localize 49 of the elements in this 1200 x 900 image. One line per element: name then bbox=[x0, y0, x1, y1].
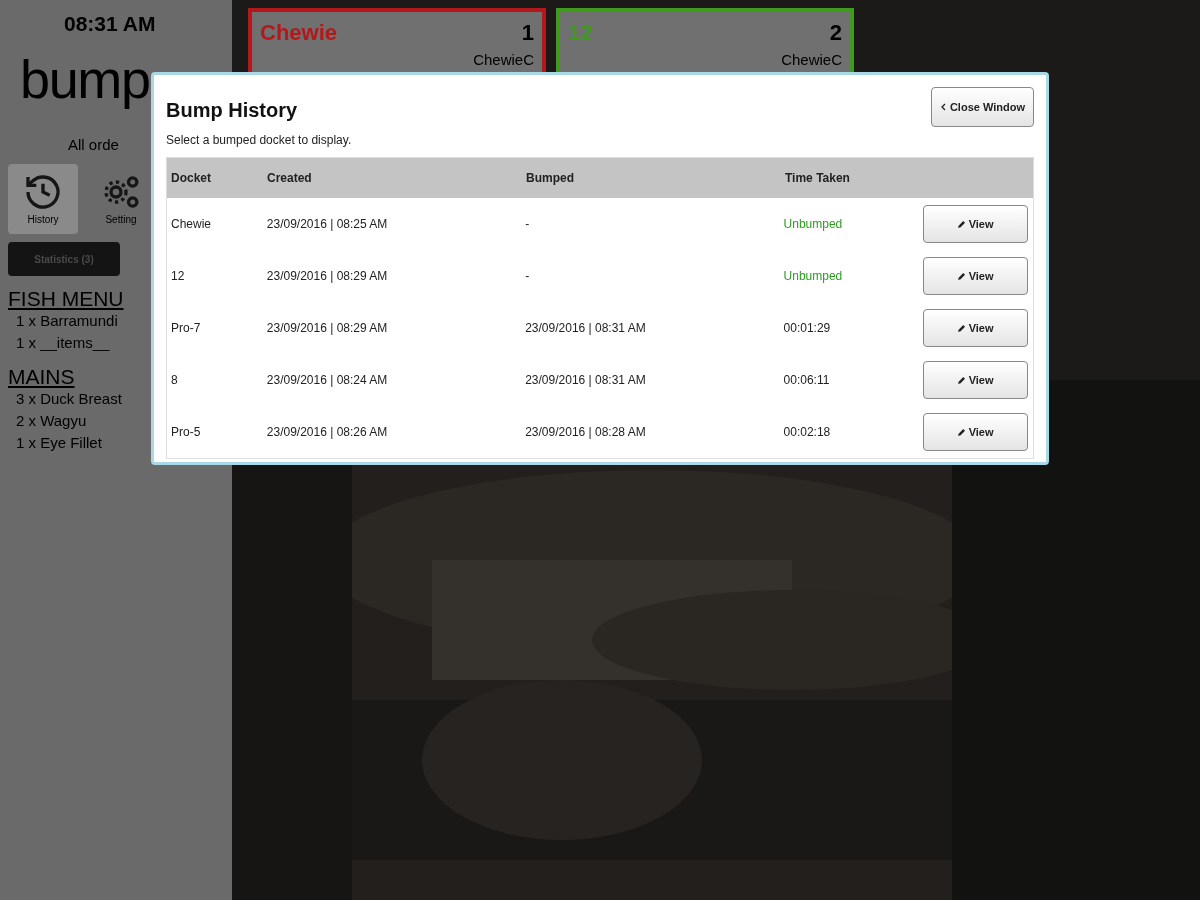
table-cell-text: - bbox=[525, 268, 531, 285]
table-cell-text: 23/09/2016 | 08:25 AM bbox=[266, 216, 389, 233]
clock: 08:31 AM bbox=[64, 11, 156, 37]
view-button[interactable]: View bbox=[923, 205, 1028, 243]
pencil-icon bbox=[957, 324, 965, 332]
column-heading: Time Taken bbox=[785, 170, 851, 187]
column-heading: Created bbox=[267, 170, 313, 187]
table-cell-text: Chewie bbox=[171, 216, 213, 233]
table-cell-text: 00:02:18 bbox=[783, 424, 832, 441]
docket-server: ChewieC bbox=[781, 50, 842, 70]
table-cell-text: - bbox=[525, 216, 531, 233]
pencil-icon bbox=[957, 220, 965, 228]
docket-number: 1 bbox=[521, 19, 534, 47]
table-cell-text: 12 bbox=[171, 268, 186, 285]
order-filter[interactable]: All orde bbox=[68, 133, 119, 156]
table-cell-text: 00:06:11 bbox=[783, 372, 831, 389]
table-cell-text: 00:01:29 bbox=[783, 320, 832, 337]
view-button[interactable]: View bbox=[923, 257, 1028, 295]
table-cell-text: 8 bbox=[171, 372, 179, 389]
table-cell-text: 23/09/2016 | 08:24 AM bbox=[266, 372, 389, 389]
pencil-icon bbox=[957, 272, 965, 280]
table-cell-text: 23/09/2016 | 08:31 AM bbox=[525, 320, 647, 337]
close-window-button[interactable]: Close Window bbox=[930, 87, 1034, 127]
dialog-hint: Select a bumped docket to display. bbox=[166, 132, 353, 149]
table-cell-text: 23/09/2016 | 08:31 AM bbox=[525, 372, 647, 389]
pencil-icon bbox=[957, 428, 965, 436]
column-heading: Docket bbox=[171, 170, 212, 187]
menu-heading: FISH MENU bbox=[8, 288, 124, 310]
table-cell-text: Pro-7 bbox=[171, 320, 202, 337]
pencil-icon bbox=[957, 376, 965, 384]
dialog-title: Bump History bbox=[166, 98, 298, 123]
tool-button[interactable]: History bbox=[8, 164, 78, 234]
docket-number: 2 bbox=[829, 19, 842, 47]
table-cell-text: 23/09/2016 | 08:29 AM bbox=[266, 320, 389, 337]
table-cell-text: Pro-5 bbox=[171, 424, 202, 441]
table-cell-text: 23/09/2016 | 08:26 AM bbox=[266, 424, 389, 441]
docket-name: 12 bbox=[568, 19, 593, 47]
table-cell-text: Unbumped bbox=[783, 268, 844, 285]
docket-name: Chewie bbox=[260, 19, 338, 47]
table-cell-text: 23/09/2016 | 08:29 AM bbox=[266, 268, 389, 285]
view-button[interactable]: View bbox=[923, 361, 1028, 399]
column-heading: Bumped bbox=[526, 170, 575, 187]
table-cell-text: Unbumped bbox=[783, 216, 844, 233]
view-button[interactable]: View bbox=[923, 413, 1028, 451]
table-cell-text: 23/09/2016 | 08:28 AM bbox=[525, 424, 647, 441]
chevron-left-icon bbox=[939, 103, 946, 111]
view-button[interactable]: View bbox=[923, 309, 1028, 347]
docket-server: ChewieC bbox=[473, 50, 534, 70]
menu-heading: MAINS bbox=[8, 366, 75, 388]
